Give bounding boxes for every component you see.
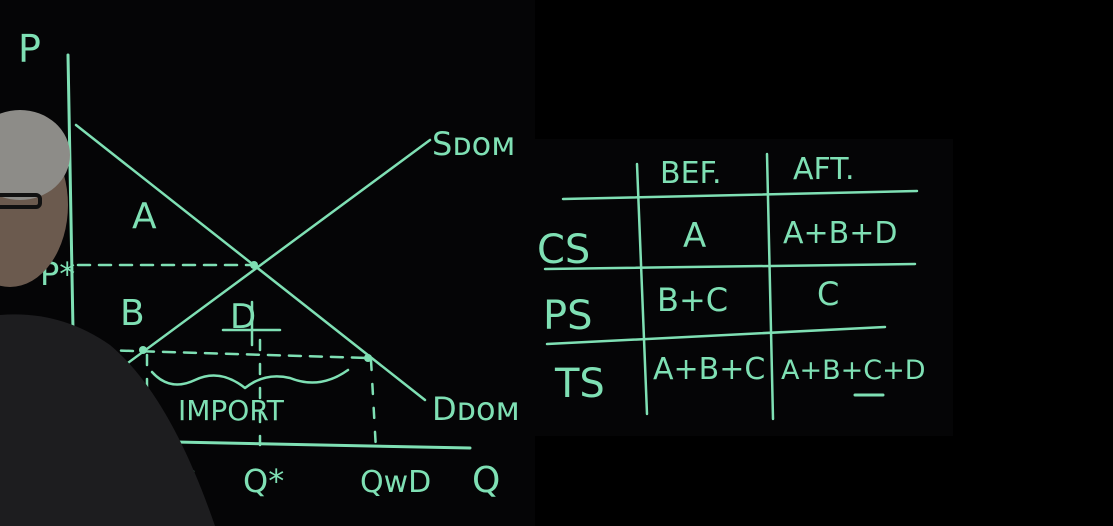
area-b-label: B xyxy=(120,293,145,334)
surplus-table: BEF. AFT. CS A A+B+D PS B+C C TS A+B+C A… xyxy=(537,152,926,421)
p-star-label: P* xyxy=(40,255,75,293)
axis-x-label: Q xyxy=(472,460,500,501)
header-before: BEF. xyxy=(660,156,722,191)
area-c-label: C xyxy=(88,355,106,385)
row-label-ts: TS xyxy=(554,361,605,407)
whiteboard-graph-panel: P Q Sᴅᴏᴍ Dᴅᴏᴍ P* Pw QwS Q* QwD A B C D I… xyxy=(0,0,535,526)
row-label-ps: PS xyxy=(543,293,593,339)
col-rule-1 xyxy=(635,162,649,416)
equilibrium-dot xyxy=(250,261,258,269)
demand-curve xyxy=(74,123,427,402)
qs-dot xyxy=(139,346,147,354)
qs-label: QwS xyxy=(130,465,197,500)
row-rule-2 xyxy=(545,325,887,346)
qd-line xyxy=(369,358,378,452)
ps-before: B+C xyxy=(657,281,728,319)
row-label-cs: CS xyxy=(537,227,590,273)
surplus-table-panel: BEF. AFT. CS A A+B+D PS B+C C TS A+B+C A… xyxy=(535,139,953,436)
import-label: IMPORT xyxy=(178,394,285,427)
header-rule xyxy=(561,189,919,201)
qd-dot xyxy=(364,354,372,362)
import-brace xyxy=(150,368,350,390)
cs-after: A+B+D xyxy=(783,216,897,251)
cs-before: A xyxy=(683,216,706,256)
supply-label: Sᴅᴏᴍ xyxy=(432,125,515,163)
area-a-label: A xyxy=(132,196,157,237)
row-rule-1 xyxy=(543,262,917,271)
ps-after: C xyxy=(817,275,839,313)
demand-label: Dᴅᴏᴍ xyxy=(432,390,520,428)
ts-before: A+B+C xyxy=(653,352,765,387)
qd-label: QwD xyxy=(360,465,431,500)
header-after: AFT. xyxy=(793,152,855,187)
area-d-label: D xyxy=(230,297,256,337)
ts-after: A+B+C+D xyxy=(781,355,926,386)
qstar-label: Q* xyxy=(243,462,284,500)
axis-y-label: P xyxy=(18,27,41,71)
pw-label: Pw xyxy=(30,339,70,372)
supply-demand-graph: P Q Sᴅᴏᴍ Dᴅᴏᴍ P* Pw QwS Q* QwD A B C D I… xyxy=(18,27,520,501)
